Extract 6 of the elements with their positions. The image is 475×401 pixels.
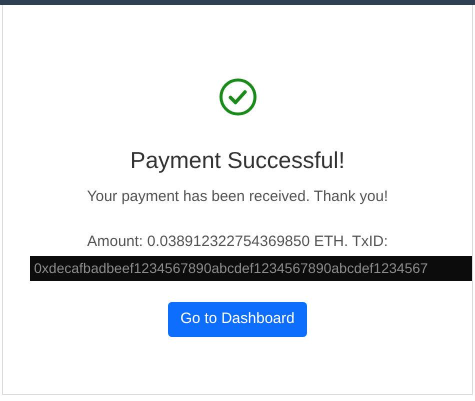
- check-circle-icon: [218, 78, 256, 116]
- transaction-id: 0xdecafbadbeef1234567890abcdef1234567890abcdef1234567: [30, 256, 472, 281]
- success-title: Payment Successful!: [130, 146, 345, 175]
- amount-text: Amount: 0.038912322754369850 ETH. TxID:: [87, 232, 388, 252]
- dashboard-button[interactable]: Go to Dashboard: [168, 302, 307, 337]
- confirmation-message: Your payment has been received. Thank you!: [86, 186, 388, 207]
